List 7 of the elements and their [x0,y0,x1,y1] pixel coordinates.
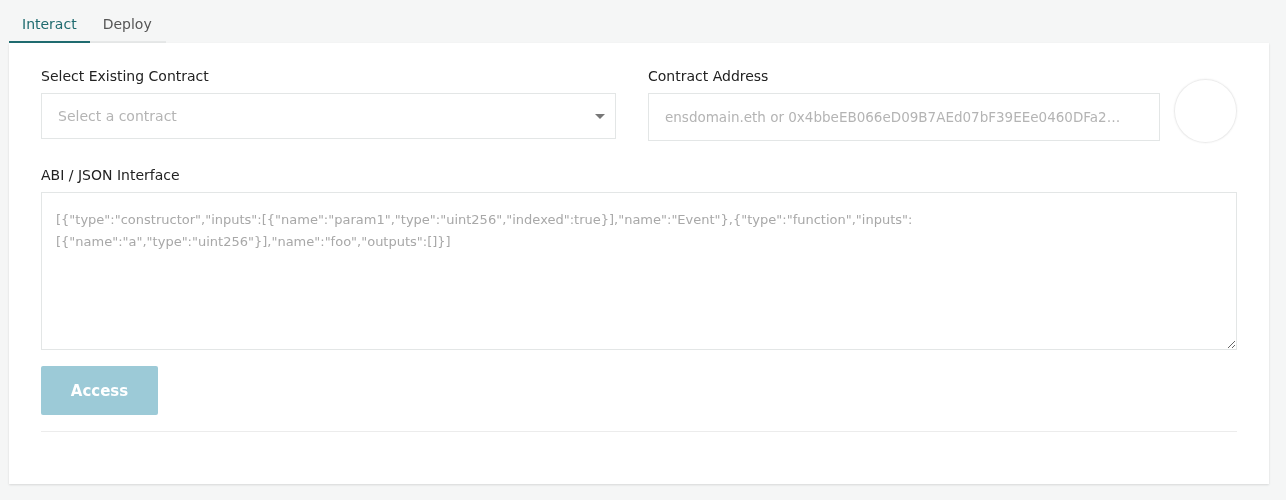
address-field[interactable]: ensdomain.eth or 0x4bbeEB066eD09B7AEd07bF39EEe0460DFa2… [648,93,1160,141]
tab[interactable]: Deploy [89,10,165,43]
caret-icon [595,113,605,119]
abi-field[interactable]: [{"type":"constructor","inputs":[{"name":"param1","type":"uint256","indexed":true}],"name":"Event"},{"type":"function","inputs": [{"name":"a","type":"uint256"}],"name":"foo","outputs":[]}] [41,192,1237,350]
field-label: ABI / JSON Interface [41,167,181,183]
field-label: Select Existing Contract [41,68,210,84]
field-label: Contract Address [648,68,770,84]
